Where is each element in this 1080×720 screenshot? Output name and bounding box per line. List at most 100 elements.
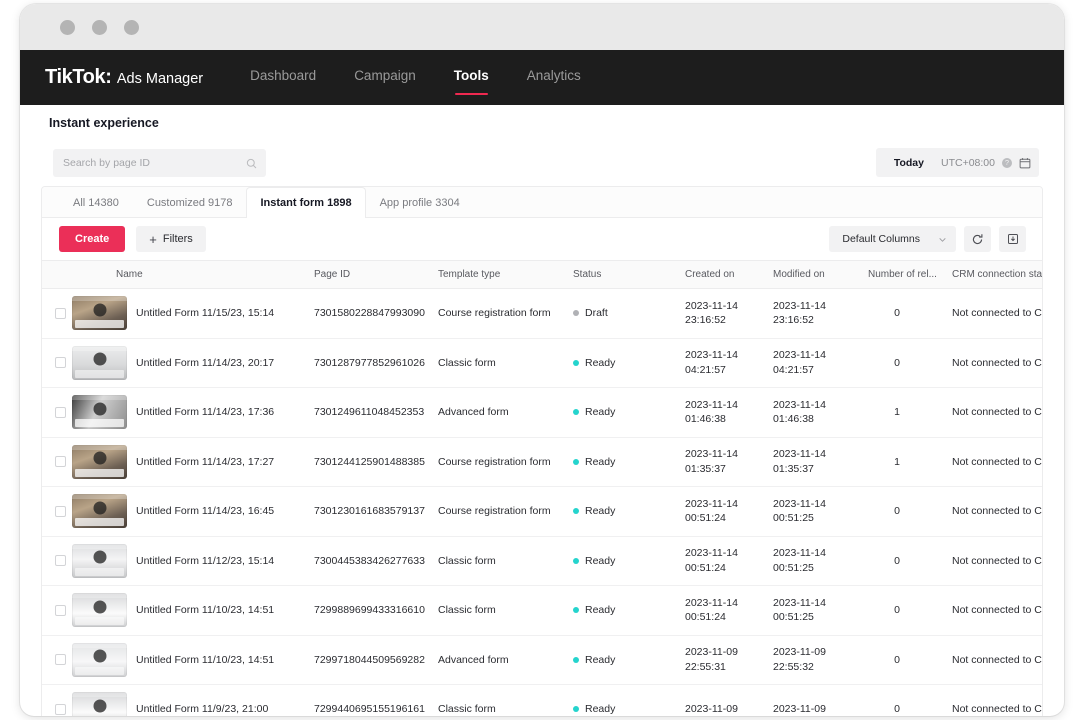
modified-time: 00:51:25	[773, 611, 814, 624]
row-checkbox[interactable]	[55, 654, 66, 666]
table-row[interactable]: Untitled Form 11/14/23, 20:17 73012879778…	[42, 338, 1042, 388]
cell-status: Ready	[573, 635, 685, 685]
form-thumbnail	[72, 543, 127, 578]
created-time: 00:51:24	[685, 512, 726, 525]
cell-created-on: 2023-11-14 01:46:38	[685, 387, 773, 438]
form-thumbnail	[72, 395, 127, 430]
table-header-row: Name Page ID Template type Status Create…	[42, 260, 1042, 289]
column-header-select-all	[42, 260, 72, 289]
column-header-status[interactable]: Status	[573, 260, 685, 289]
create-button[interactable]: Create	[59, 226, 126, 252]
export-button[interactable]	[999, 226, 1026, 252]
brand-logo[interactable]: TikTok : Ads Manager	[45, 66, 203, 89]
help-icon[interactable]: ?	[1002, 157, 1012, 168]
nav-item-campaign[interactable]: Campaign	[354, 68, 416, 87]
cell-created-on: 2023-11-14 04:21:57	[685, 338, 773, 388]
row-checkbox[interactable]	[55, 406, 66, 418]
top-navigation-bar: TikTok : Ads Manager Dashboard Campaign …	[20, 50, 1064, 105]
table-row[interactable]: Untitled Form 11/14/23, 17:36 73012496110…	[42, 387, 1042, 438]
table-row[interactable]: Untitled Form 11/12/23, 15:14 73004453834…	[42, 536, 1042, 586]
created-time: 00:51:24	[685, 611, 726, 624]
form-name: Untitled Form 11/14/23, 17:36	[136, 406, 275, 419]
brand-product-text: Ads Manager	[116, 71, 204, 87]
nav-item-tools[interactable]: Tools	[454, 68, 489, 95]
form-name: Untitled Form 11/10/23, 14:51	[136, 604, 275, 617]
column-header-crm-connection-status[interactable]: CRM connection status	[952, 260, 1042, 289]
search-box[interactable]	[53, 149, 266, 177]
column-header-modified-on[interactable]: Modified on	[773, 260, 868, 289]
refresh-button[interactable]	[964, 226, 991, 252]
date-range-control[interactable]: Today UTC+08:00 ?	[875, 148, 1039, 177]
tab-app-profile[interactable]: App profile 3304	[366, 187, 474, 218]
cell-crm-status: Not connected to CRM	[952, 536, 1042, 586]
table-row[interactable]: Untitled Form 11/15/23, 15:14 73015802288…	[42, 288, 1042, 339]
table-row[interactable]: Untitled Form 11/14/23, 16:45 73012301616…	[42, 486, 1042, 537]
columns-select[interactable]: Default Columns	[829, 226, 956, 252]
cell-page-id: 7299440695155196161	[314, 684, 438, 716]
window-close-button[interactable]	[60, 19, 75, 35]
filters-button[interactable]: + Filters	[136, 226, 206, 252]
row-checkbox[interactable]	[55, 555, 66, 567]
window-maximize-button[interactable]	[124, 19, 139, 35]
status-label: Ready	[585, 356, 616, 369]
cell-modified-on: 2023-11-14 00:51:25	[773, 536, 868, 586]
modified-time: 01:46:38	[773, 413, 814, 426]
cell-crm-status: Not connected to CRM	[952, 288, 1042, 339]
cell-crm-status: Not connected to CRM	[952, 635, 1042, 685]
cell-created-on: 2023-11-14 23:16:52	[685, 288, 773, 339]
row-checkbox[interactable]	[55, 456, 66, 468]
cell-crm-status: Not connected to CRM	[952, 684, 1042, 716]
status-label: Ready	[585, 505, 616, 518]
thumbnail-subject	[93, 402, 106, 416]
cell-name: Untitled Form 11/10/23, 14:51	[72, 635, 314, 685]
row-checkbox[interactable]	[55, 505, 66, 517]
table-row[interactable]: Untitled Form 11/10/23, 14:51 72997180445…	[42, 635, 1042, 685]
window-minimize-button[interactable]	[92, 19, 107, 35]
thumbnail-subject	[93, 303, 106, 317]
column-header-page-id[interactable]: Page ID	[314, 260, 438, 289]
nav-item-analytics[interactable]: Analytics	[527, 68, 581, 87]
cell-page-id: 7299718044509569282	[314, 635, 438, 685]
cell-number-of-related: 0	[868, 684, 952, 716]
table-row[interactable]: Untitled Form 11/14/23, 17:27 73012441259…	[42, 437, 1042, 487]
column-header-number-of-related[interactable]: Number of rel...	[868, 260, 952, 289]
row-checkbox[interactable]	[55, 703, 66, 715]
column-header-template-type[interactable]: Template type	[438, 260, 573, 289]
status-indicator-dot	[573, 607, 579, 614]
status-label: Ready	[585, 703, 616, 716]
form-thumbnail	[72, 345, 127, 380]
thumbnail-subject	[93, 600, 106, 614]
table-row[interactable]: Untitled Form 11/9/23, 21:00 729944069515…	[42, 684, 1042, 716]
column-header-name[interactable]: Name	[72, 260, 314, 289]
row-checkbox-cell	[42, 288, 72, 339]
row-checkbox[interactable]	[55, 307, 66, 319]
cell-modified-on: 2023-11-09	[773, 684, 868, 716]
cell-modified-on: 2023-11-14 04:21:57	[773, 338, 868, 388]
today-label[interactable]: Today	[894, 157, 924, 169]
tab-instant-form[interactable]: Instant form 1898	[246, 187, 366, 218]
search-input[interactable]	[63, 157, 233, 169]
tab-customized[interactable]: Customized 9178	[133, 187, 247, 218]
row-checkbox-cell	[42, 486, 72, 537]
tab-all[interactable]: All 14380	[59, 187, 133, 218]
thumbnail-caption-bar	[75, 567, 124, 576]
nav-item-dashboard[interactable]: Dashboard	[250, 68, 316, 87]
calendar-icon[interactable]	[1019, 157, 1031, 169]
row-checkbox[interactable]	[55, 604, 66, 616]
cell-page-id: 7301580228847993090	[314, 288, 438, 339]
cell-name: Untitled Form 11/14/23, 20:17	[72, 338, 314, 388]
cell-modified-on: 2023-11-14 00:51:25	[773, 585, 868, 636]
table-row[interactable]: Untitled Form 11/10/23, 14:51 72998896994…	[42, 585, 1042, 636]
form-name: Untitled Form 11/9/23, 21:00	[136, 703, 269, 716]
cell-crm-status: Not connected to CRM	[952, 437, 1042, 487]
cell-modified-on: 2023-11-14 01:46:38	[773, 387, 868, 438]
modified-date: 2023-11-14	[773, 596, 826, 609]
cell-number-of-related: 0	[868, 338, 952, 388]
thumbnail-subject	[93, 451, 106, 465]
cell-template-type: Classic form	[438, 536, 573, 586]
column-header-created-on[interactable]: Created on	[685, 260, 773, 289]
form-thumbnail	[72, 692, 127, 716]
created-time: 23:16:52	[685, 314, 726, 327]
status-indicator-dot	[573, 656, 579, 663]
row-checkbox[interactable]	[55, 357, 66, 369]
